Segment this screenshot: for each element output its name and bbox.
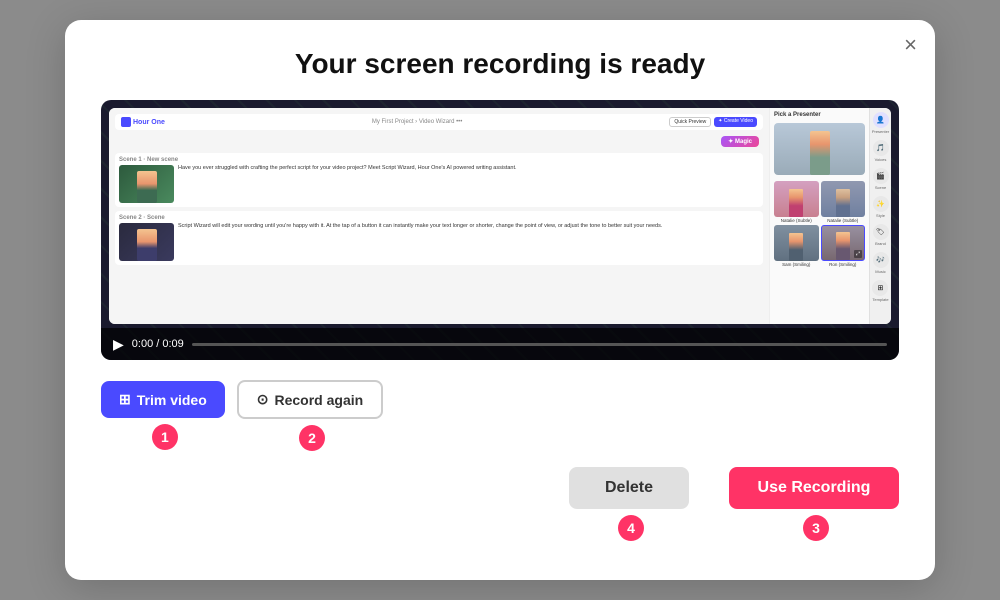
time-display: 0:00 / 0:09 [132, 338, 184, 350]
badge-4: 4 [618, 515, 644, 541]
video-preview-area: Hour One My First Project › Video Wizard… [101, 100, 899, 360]
style-icon: ✨ [873, 196, 889, 212]
presenter-ron-label: Ron (Smiling) [821, 262, 866, 267]
sidebar-template[interactable]: ⊞ Template [872, 280, 888, 302]
modal-title: Your screen recording is ready [101, 48, 899, 80]
sidebar-presenter[interactable]: 👤 Presenter [872, 112, 889, 134]
scene2-text: Script Wizard will edit your wording unt… [178, 223, 759, 261]
trim-label: Trim video [137, 392, 207, 408]
scenes-area: Scene 1 · New scene Have you ever strugg… [115, 153, 763, 318]
scene1-label: Scene 1 · New scene [119, 157, 759, 163]
sidebar-brand[interactable]: 🏷 Brand [873, 224, 889, 246]
scene-icon: 🎬 [873, 168, 889, 184]
create-video-btn[interactable]: ✦ Create Video [714, 117, 757, 127]
scene1-text: Have you ever struggled with crafting th… [178, 165, 759, 203]
close-button[interactable]: × [904, 34, 917, 56]
sidebar-voices[interactable]: 🎵 Voices [873, 140, 889, 162]
app-left-panel: Hour One My First Project › Video Wizard… [109, 108, 769, 324]
top-right-buttons: Quick Preview ✦ Create Video [669, 117, 757, 127]
modal: × Your screen recording is ready Hour On… [65, 20, 935, 580]
badge-3: 3 [803, 515, 829, 541]
presenter-panel-title: Pick a Presenter [774, 112, 865, 118]
voices-icon: 🎵 [873, 140, 889, 156]
brand-icon: 🏷 [873, 224, 889, 240]
video-controls: ▶ 0:00 / 0:09 [101, 328, 899, 360]
quick-preview-btn[interactable]: Quick Preview [669, 117, 711, 127]
scene1-row: Scene 1 · New scene Have you ever strugg… [115, 153, 763, 207]
modal-overlay: × Your screen recording is ready Hour On… [0, 0, 1000, 600]
scene1-person [137, 171, 157, 203]
presenter-ron[interactable]: ⤢ [821, 225, 866, 261]
scene1-thumbnail [119, 165, 174, 203]
template-icon: ⊞ [872, 280, 888, 296]
trim-video-button[interactable]: ⊞ Trim video [101, 381, 225, 418]
presenter-sam-label: Sam (Smiling) [774, 262, 819, 267]
record-again-label: Record again [275, 392, 364, 408]
presenter-grid: Natalie (Subtle) Natalie (Subtle) [774, 181, 865, 267]
badge-2: 2 [299, 425, 325, 451]
use-recording-button[interactable]: Use Recording [729, 467, 899, 509]
presenter-natalie2-label: Natalie (Subtle) [821, 218, 866, 223]
breadcrumb: My First Project › Video Wizard ••• [372, 119, 463, 125]
progress-bar[interactable] [192, 343, 887, 346]
presenter-icon: 👤 [873, 112, 889, 128]
sidebar-music[interactable]: 🎶 Music [873, 252, 889, 274]
scene2-person [137, 229, 157, 261]
delete-button[interactable]: Delete [569, 467, 689, 509]
app-topbar: Hour One My First Project › Video Wizard… [115, 114, 763, 130]
presenter-panel: Pick a Presenter Natalie (Subtle) [769, 108, 869, 324]
presenter-natalie1[interactable] [774, 181, 819, 217]
presenter-sam[interactable] [774, 225, 819, 261]
presenter-natalie2[interactable] [821, 181, 866, 217]
music-icon: 🎶 [873, 252, 889, 268]
logo-icon [121, 117, 131, 127]
record-icon: ⊙ [257, 391, 269, 408]
scene2-row: Scene 2 · Scene Script Wizard will edit … [115, 211, 763, 265]
app-logo: Hour One [121, 117, 165, 127]
app-embed: Hour One My First Project › Video Wizard… [109, 108, 891, 324]
presenter-natalie1-label: Natalie (Subtle) [774, 218, 819, 223]
record-again-button[interactable]: ⊙ Record again [237, 380, 383, 419]
badge-1: 1 [152, 424, 178, 450]
sidebar-scene[interactable]: 🎬 Scene [873, 168, 889, 190]
action-buttons-row: ⊞ Trim video 1 ⊙ Record again 2 [101, 380, 899, 451]
sidebar-style[interactable]: ✨ Style [873, 196, 889, 218]
scene2-label: Scene 2 · Scene [119, 215, 759, 221]
trim-icon: ⊞ [119, 391, 131, 408]
play-button[interactable]: ▶ [113, 336, 124, 353]
scene2-thumbnail [119, 223, 174, 261]
magic-button[interactable]: ✦ Magic [721, 136, 759, 147]
